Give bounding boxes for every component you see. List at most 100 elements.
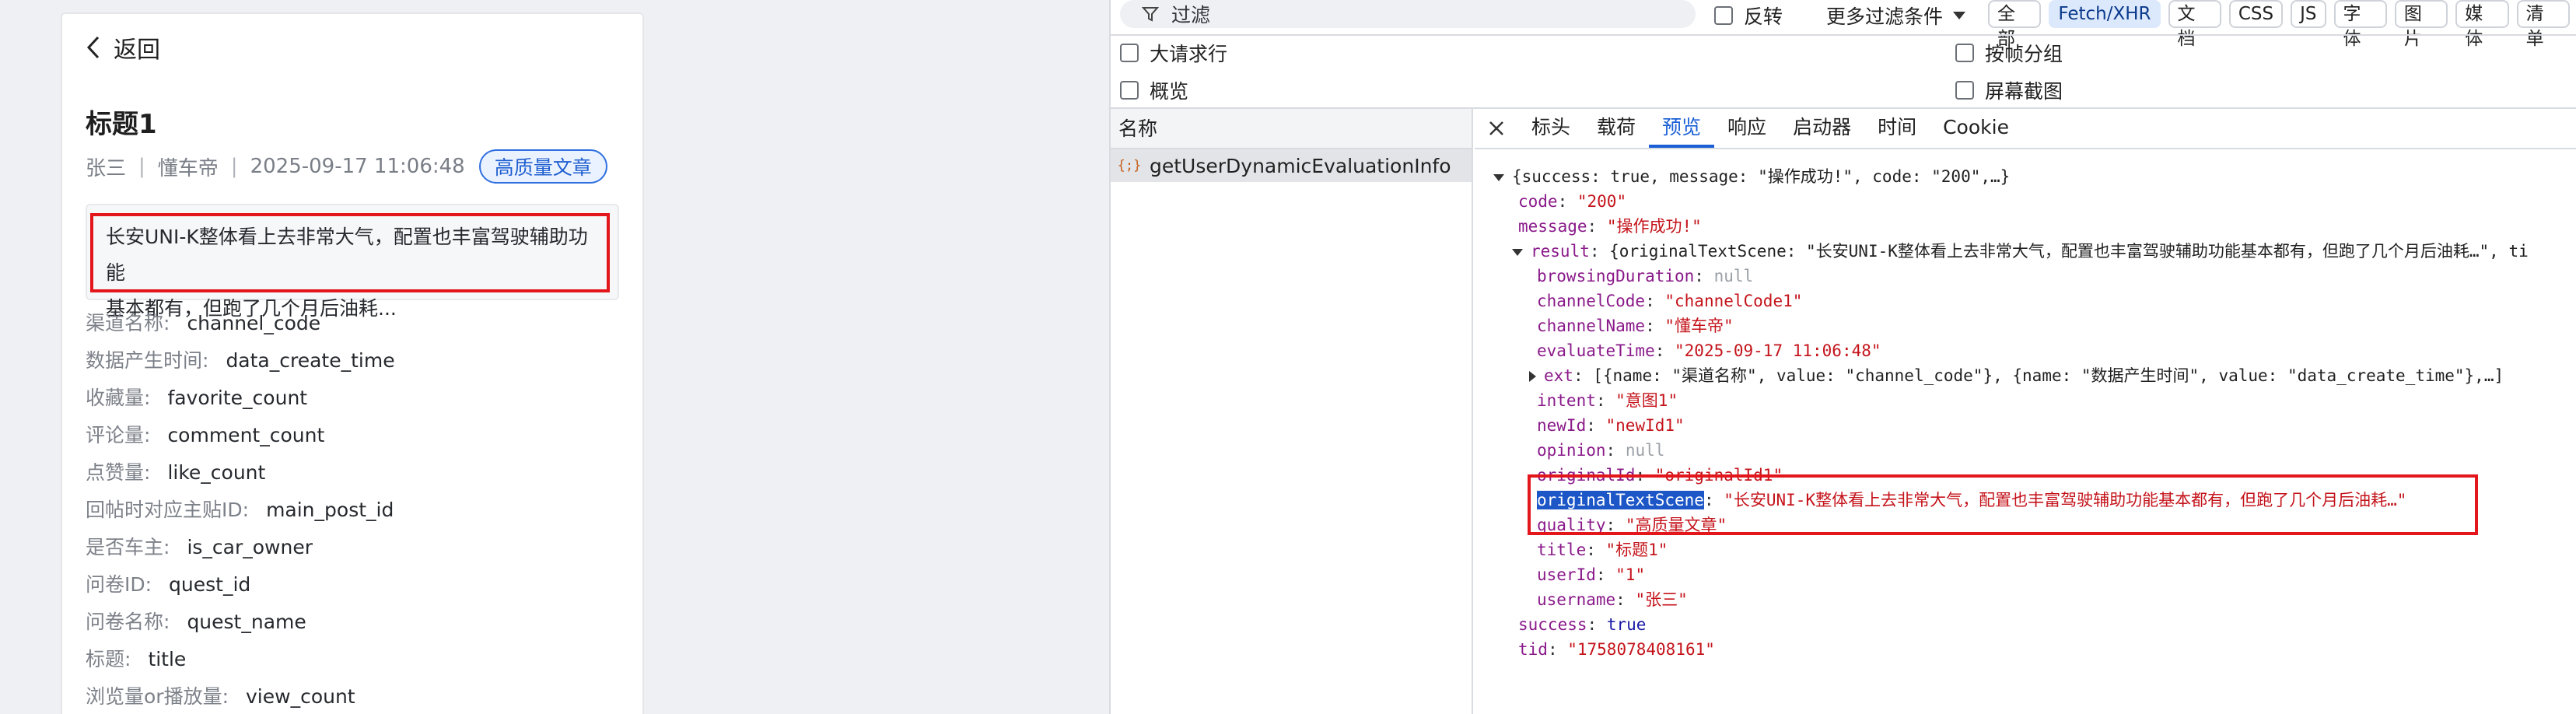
request-detail-pane: 标头 载荷 预览 响应 启动器 时间 Cookie {success: true… <box>1475 109 2576 714</box>
type-filter-css[interactable]: CSS <box>2228 0 2284 28</box>
field-row: 浏览量or播放量: view_count <box>86 678 395 714</box>
type-filter-img[interactable]: 图片 <box>2394 0 2448 49</box>
json-key: channelName <box>1537 317 1646 335</box>
field-row: 收藏量: favorite_count <box>86 380 395 417</box>
field-value: main_post_id <box>266 499 394 521</box>
type-filter-fetch-xhr[interactable]: Fetch/XHR <box>2049 0 2161 28</box>
json-key: message <box>1518 217 1587 236</box>
json-value: null <box>1625 441 1665 460</box>
checkbox-box[interactable] <box>1120 81 1139 100</box>
field-row: 是否车主: is_car_owner <box>86 529 395 566</box>
json-value: true <box>1606 615 1647 634</box>
resource-type-filters: 全部 Fetch/XHR 文档 CSS JS 字体 图片 媒体 清单 <box>1988 0 2576 49</box>
expand-arrow-icon[interactable] <box>1493 173 1504 181</box>
tab-initiator[interactable]: 启动器 <box>1780 109 1864 148</box>
xhr-request-icon: {;} <box>1117 158 1142 173</box>
json-value: "懂车帝" <box>1664 317 1734 335</box>
field-value: quest_name <box>187 611 306 633</box>
field-value: favorite_count <box>167 387 308 409</box>
json-result-row[interactable]: result: {originalTextScene: "长安UNI-K整体看上… <box>1512 240 2529 263</box>
json-key: intent <box>1537 391 1596 410</box>
json-value: "200" <box>1577 192 1627 211</box>
request-name-column: 名称 {;} getUserDynamicEvaluationInfo <box>1111 109 1473 714</box>
highlight-box-json <box>1528 474 2478 535</box>
field-value: like_count <box>167 461 266 484</box>
expand-arrow-icon[interactable] <box>1512 248 1523 256</box>
type-filter-all[interactable]: 全部 <box>1988 0 2042 49</box>
tab-response[interactable]: 响应 <box>1714 109 1780 148</box>
field-value: comment_count <box>167 424 325 446</box>
type-filter-font[interactable]: 字体 <box>2333 0 2387 49</box>
tab-preview[interactable]: 预览 <box>1649 109 1715 148</box>
json-row: code: "200" <box>1518 192 1627 211</box>
json-row: title: "标题1" <box>1537 541 1668 559</box>
type-filter-doc[interactable]: 文档 <box>2168 0 2221 49</box>
type-filter-js[interactable]: JS <box>2291 0 2326 28</box>
checkbox-box[interactable] <box>1955 44 1974 62</box>
checkbox-box[interactable] <box>1955 81 1974 100</box>
json-ext-row[interactable]: ext: [{name: "渠道名称", value: "channel_cod… <box>1529 364 2504 387</box>
filter-bar: 过滤 反转 更多过滤条件 全部 Fetch/XHR 文档 CSS JS 字体 图… <box>1111 0 2576 49</box>
devtools-network-panel: 过滤 反转 更多过滤条件 全部 Fetch/XHR 文档 CSS JS 字体 图… <box>1109 0 2576 714</box>
json-key: username <box>1537 590 1616 609</box>
back-button[interactable]: 返回 <box>84 30 160 65</box>
screenshots-checkbox[interactable]: 屏幕截图 <box>1955 75 2063 106</box>
close-detail-button[interactable] <box>1475 109 1518 148</box>
json-row: success: true <box>1518 615 1647 634</box>
json-value: "2025-09-17 11:06:48" <box>1675 341 1881 360</box>
json-key: userId <box>1537 565 1596 584</box>
field-key: 数据产生时间: <box>86 349 209 372</box>
field-key: 点赞量: <box>86 461 151 484</box>
overview-label: 概览 <box>1150 80 1189 103</box>
field-key: 问卷ID: <box>86 573 152 596</box>
checkbox-box[interactable] <box>1120 44 1139 62</box>
field-value: quest_id <box>169 573 251 596</box>
tab-timing[interactable]: 时间 <box>1864 109 1930 148</box>
json-row: channelCode: "channelCode1" <box>1537 292 1803 310</box>
json-key: opinion <box>1537 441 1606 460</box>
type-filter-media[interactable]: 媒体 <box>2455 0 2509 49</box>
json-row: opinion: null <box>1537 441 1665 460</box>
field-row: 标题: title <box>86 641 395 678</box>
big-rows-label: 大请求行 <box>1150 43 1228 65</box>
divider <box>1111 34 2576 36</box>
invert-checkbox[interactable]: 反转 <box>1714 2 1783 30</box>
article-meta: 张三 | 懂车帝 | 2025-09-17 11:06:48 高质量文章 <box>86 149 607 184</box>
json-summary: {originalTextScene: "长安UNI-K整体看上去非常大气，配置… <box>1609 242 2529 261</box>
json-row: userId: "1" <box>1537 565 1646 584</box>
big-rows-checkbox[interactable]: 大请求行 <box>1120 37 1227 68</box>
field-key: 是否车主: <box>86 536 170 558</box>
overview-checkbox[interactable]: 概览 <box>1120 75 1188 106</box>
type-filter-manifest[interactable]: 清单 <box>2516 0 2570 49</box>
field-key: 评论量: <box>86 424 151 446</box>
name-column-header[interactable]: 名称 <box>1111 109 1472 149</box>
quality-badge: 高质量文章 <box>478 149 607 184</box>
field-value: title <box>148 648 187 670</box>
json-key: newId <box>1537 416 1587 435</box>
json-key: tid <box>1518 640 1548 659</box>
field-row: 评论量: comment_count <box>86 417 395 454</box>
filter-icon <box>1142 7 1159 22</box>
tab-cookies[interactable]: Cookie <box>1930 109 2022 148</box>
tab-payload[interactable]: 载荷 <box>1584 109 1649 148</box>
json-key: evaluateTime <box>1537 341 1655 360</box>
detail-tabs: 标头 载荷 预览 响应 启动器 时间 Cookie <box>1475 109 2576 149</box>
json-key: result <box>1531 242 1590 261</box>
back-label: 返回 <box>114 37 160 64</box>
json-key: channelCode <box>1537 292 1646 310</box>
request-row[interactable]: {;} getUserDynamicEvaluationInfo <box>1111 149 1472 182</box>
expand-arrow-icon[interactable] <box>1529 371 1536 382</box>
json-root-row[interactable]: {success: true, message: "操作成功!", code: … <box>1493 165 2010 188</box>
field-value: is_car_owner <box>187 536 313 558</box>
field-row: 回帖时对应主贴ID: main_post_id <box>86 492 395 529</box>
json-row: browsingDuration: null <box>1537 267 1754 285</box>
caret-down-icon <box>1953 12 1966 19</box>
checkbox-box[interactable] <box>1714 6 1733 25</box>
more-filters-dropdown[interactable]: 更多过滤条件 <box>1826 2 1966 30</box>
group-by-frame-checkbox[interactable]: 按帧分组 <box>1955 37 2063 68</box>
json-row: newId: "newId1" <box>1537 416 1685 435</box>
json-key: ext <box>1544 366 1573 385</box>
tab-headers[interactable]: 标头 <box>1518 109 1584 148</box>
field-key: 渠道名称: <box>86 312 170 334</box>
filter-input[interactable]: 过滤 <box>1120 0 1696 28</box>
